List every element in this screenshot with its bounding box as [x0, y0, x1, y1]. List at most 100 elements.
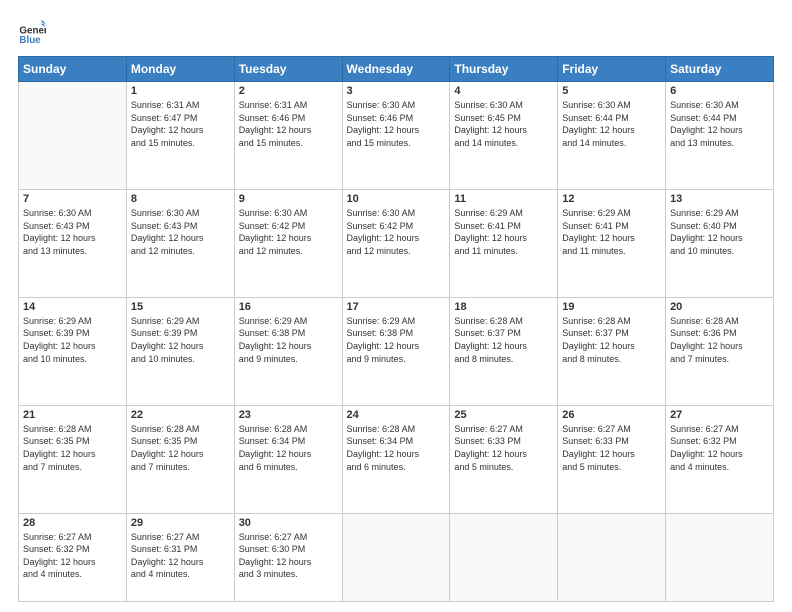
- day-info: Sunrise: 6:27 AMSunset: 6:33 PMDaylight:…: [562, 423, 661, 473]
- day-info: Sunrise: 6:29 AMSunset: 6:39 PMDaylight:…: [23, 315, 122, 365]
- calendar-cell: 16 Sunrise: 6:29 AMSunset: 6:38 PMDayligh…: [234, 297, 342, 405]
- day-number: 20: [670, 301, 769, 313]
- calendar-cell: 7 Sunrise: 6:30 AMSunset: 6:43 PMDaylight…: [19, 189, 127, 297]
- day-info: Sunrise: 6:30 AMSunset: 6:42 PMDaylight:…: [347, 207, 446, 257]
- day-number: 22: [131, 409, 230, 421]
- calendar-cell: 11 Sunrise: 6:29 AMSunset: 6:41 PMDayligh…: [450, 189, 558, 297]
- day-number: 4: [454, 85, 553, 97]
- calendar-week-1: 1 Sunrise: 6:31 AMSunset: 6:47 PMDaylight…: [19, 82, 774, 190]
- calendar-cell: 2 Sunrise: 6:31 AMSunset: 6:46 PMDaylight…: [234, 82, 342, 190]
- calendar-header: SundayMondayTuesdayWednesdayThursdayFrid…: [19, 57, 774, 82]
- calendar-cell: 25 Sunrise: 6:27 AMSunset: 6:33 PMDayligh…: [450, 405, 558, 513]
- day-info: Sunrise: 6:30 AMSunset: 6:46 PMDaylight:…: [347, 99, 446, 149]
- calendar-cell: 15Sunrise: 6:29 AMSunset: 6:39 PMDayligh…: [126, 297, 234, 405]
- weekday-header-sunday: Sunday: [19, 57, 127, 82]
- calendar-cell: 5 Sunrise: 6:30 AMSunset: 6:44 PMDaylight…: [558, 82, 666, 190]
- day-info: Sunrise: 6:30 AMSunset: 6:44 PMDaylight:…: [562, 99, 661, 149]
- day-number: 13: [670, 193, 769, 205]
- day-info: Sunrise: 6:30 AMSunset: 6:43 PMDaylight:…: [23, 207, 122, 257]
- day-number: 18: [454, 301, 553, 313]
- calendar-cell: 4 Sunrise: 6:30 AMSunset: 6:45 PMDaylight…: [450, 82, 558, 190]
- calendar-cell: 17Sunrise: 6:29 AMSunset: 6:38 PMDayligh…: [342, 297, 450, 405]
- day-number: 11: [454, 193, 553, 205]
- calendar-cell: 23 Sunrise: 6:28 AMSunset: 6:34 PMDayligh…: [234, 405, 342, 513]
- calendar-cell: 21Sunrise: 6:28 AMSunset: 6:35 PMDayligh…: [19, 405, 127, 513]
- calendar-cell: 30 Sunrise: 6:27 AMSunset: 6:30 PMDayligh…: [234, 513, 342, 601]
- calendar-cell: 27 Sunrise: 6:27 AMSunset: 6:32 PMDayligh…: [666, 405, 774, 513]
- day-number: 16: [239, 301, 338, 313]
- day-number: 7: [23, 193, 122, 205]
- day-number: 30: [239, 517, 338, 529]
- calendar-cell: 18Sunrise: 6:28 AMSunset: 6:37 PMDayligh…: [450, 297, 558, 405]
- svg-text:Blue: Blue: [19, 35, 41, 46]
- day-info: Sunrise: 6:28 AMSunset: 6:35 PMDaylight:…: [131, 423, 230, 473]
- page: General Blue SundayMondayTuesdayWednesda…: [0, 0, 792, 612]
- day-number: 6: [670, 85, 769, 97]
- header: General Blue: [18, 18, 774, 46]
- day-info: Sunrise: 6:30 AMSunset: 6:43 PMDaylight:…: [131, 207, 230, 257]
- weekday-header-thursday: Thursday: [450, 57, 558, 82]
- day-number: 27: [670, 409, 769, 421]
- calendar-body: 1 Sunrise: 6:31 AMSunset: 6:47 PMDaylight…: [19, 82, 774, 602]
- weekday-header-friday: Friday: [558, 57, 666, 82]
- day-info: Sunrise: 6:30 AMSunset: 6:45 PMDaylight:…: [454, 99, 553, 149]
- calendar-cell: 19 Sunrise: 6:28 AMSunset: 6:37 PMDayligh…: [558, 297, 666, 405]
- weekday-header-monday: Monday: [126, 57, 234, 82]
- day-info: Sunrise: 6:29 AMSunset: 6:40 PMDaylight:…: [670, 207, 769, 257]
- day-number: 12: [562, 193, 661, 205]
- day-info: Sunrise: 6:31 AMSunset: 6:47 PMDaylight:…: [131, 99, 230, 149]
- calendar-week-4: 21Sunrise: 6:28 AMSunset: 6:35 PMDayligh…: [19, 405, 774, 513]
- calendar-cell: [666, 513, 774, 601]
- day-number: 29: [131, 517, 230, 529]
- weekday-header-row: SundayMondayTuesdayWednesdayThursdayFrid…: [19, 57, 774, 82]
- calendar-cell: 20Sunrise: 6:28 AMSunset: 6:36 PMDayligh…: [666, 297, 774, 405]
- day-info: Sunrise: 6:28 AMSunset: 6:37 PMDaylight:…: [562, 315, 661, 365]
- calendar-cell: 24Sunrise: 6:28 AMSunset: 6:34 PMDayligh…: [342, 405, 450, 513]
- day-number: 9: [239, 193, 338, 205]
- day-info: Sunrise: 6:31 AMSunset: 6:46 PMDaylight:…: [239, 99, 338, 149]
- day-number: 25: [454, 409, 553, 421]
- day-info: Sunrise: 6:29 AMSunset: 6:38 PMDaylight:…: [239, 315, 338, 365]
- day-info: Sunrise: 6:28 AMSunset: 6:34 PMDaylight:…: [239, 423, 338, 473]
- day-number: 23: [239, 409, 338, 421]
- day-number: 17: [347, 301, 446, 313]
- day-info: Sunrise: 6:27 AMSunset: 6:32 PMDaylight:…: [670, 423, 769, 473]
- calendar-table: SundayMondayTuesdayWednesdayThursdayFrid…: [18, 56, 774, 602]
- calendar-cell: 28 Sunrise: 6:27 AMSunset: 6:32 PMDayligh…: [19, 513, 127, 601]
- day-number: 5: [562, 85, 661, 97]
- calendar-week-3: 14 Sunrise: 6:29 AMSunset: 6:39 PMDayligh…: [19, 297, 774, 405]
- day-number: 8: [131, 193, 230, 205]
- day-number: 15: [131, 301, 230, 313]
- day-info: Sunrise: 6:29 AMSunset: 6:41 PMDaylight:…: [454, 207, 553, 257]
- day-info: Sunrise: 6:28 AMSunset: 6:34 PMDaylight:…: [347, 423, 446, 473]
- calendar-cell: [19, 82, 127, 190]
- calendar-cell: 13 Sunrise: 6:29 AMSunset: 6:40 PMDayligh…: [666, 189, 774, 297]
- weekday-header-wednesday: Wednesday: [342, 57, 450, 82]
- calendar-cell: 14 Sunrise: 6:29 AMSunset: 6:39 PMDayligh…: [19, 297, 127, 405]
- day-number: 2: [239, 85, 338, 97]
- weekday-header-tuesday: Tuesday: [234, 57, 342, 82]
- day-number: 1: [131, 85, 230, 97]
- calendar-cell: 1 Sunrise: 6:31 AMSunset: 6:47 PMDaylight…: [126, 82, 234, 190]
- calendar-cell: 12 Sunrise: 6:29 AMSunset: 6:41 PMDayligh…: [558, 189, 666, 297]
- calendar-cell: 26 Sunrise: 6:27 AMSunset: 6:33 PMDayligh…: [558, 405, 666, 513]
- day-number: 3: [347, 85, 446, 97]
- day-number: 28: [23, 517, 122, 529]
- calendar-cell: 3 Sunrise: 6:30 AMSunset: 6:46 PMDaylight…: [342, 82, 450, 190]
- day-info: Sunrise: 6:27 AMSunset: 6:30 PMDaylight:…: [239, 531, 338, 581]
- day-info: Sunrise: 6:27 AMSunset: 6:33 PMDaylight:…: [454, 423, 553, 473]
- calendar-cell: 22 Sunrise: 6:28 AMSunset: 6:35 PMDayligh…: [126, 405, 234, 513]
- calendar-cell: 9 Sunrise: 6:30 AMSunset: 6:42 PMDaylight…: [234, 189, 342, 297]
- day-info: Sunrise: 6:28 AMSunset: 6:35 PMDaylight:…: [23, 423, 122, 473]
- calendar-cell: 6Sunrise: 6:30 AMSunset: 6:44 PMDaylight…: [666, 82, 774, 190]
- day-info: Sunrise: 6:29 AMSunset: 6:41 PMDaylight:…: [562, 207, 661, 257]
- weekday-header-saturday: Saturday: [666, 57, 774, 82]
- day-info: Sunrise: 6:30 AMSunset: 6:42 PMDaylight:…: [239, 207, 338, 257]
- calendar-cell: [342, 513, 450, 601]
- day-number: 14: [23, 301, 122, 313]
- day-number: 26: [562, 409, 661, 421]
- calendar-cell: [450, 513, 558, 601]
- day-info: Sunrise: 6:27 AMSunset: 6:32 PMDaylight:…: [23, 531, 122, 581]
- day-number: 19: [562, 301, 661, 313]
- calendar-cell: 29Sunrise: 6:27 AMSunset: 6:31 PMDayligh…: [126, 513, 234, 601]
